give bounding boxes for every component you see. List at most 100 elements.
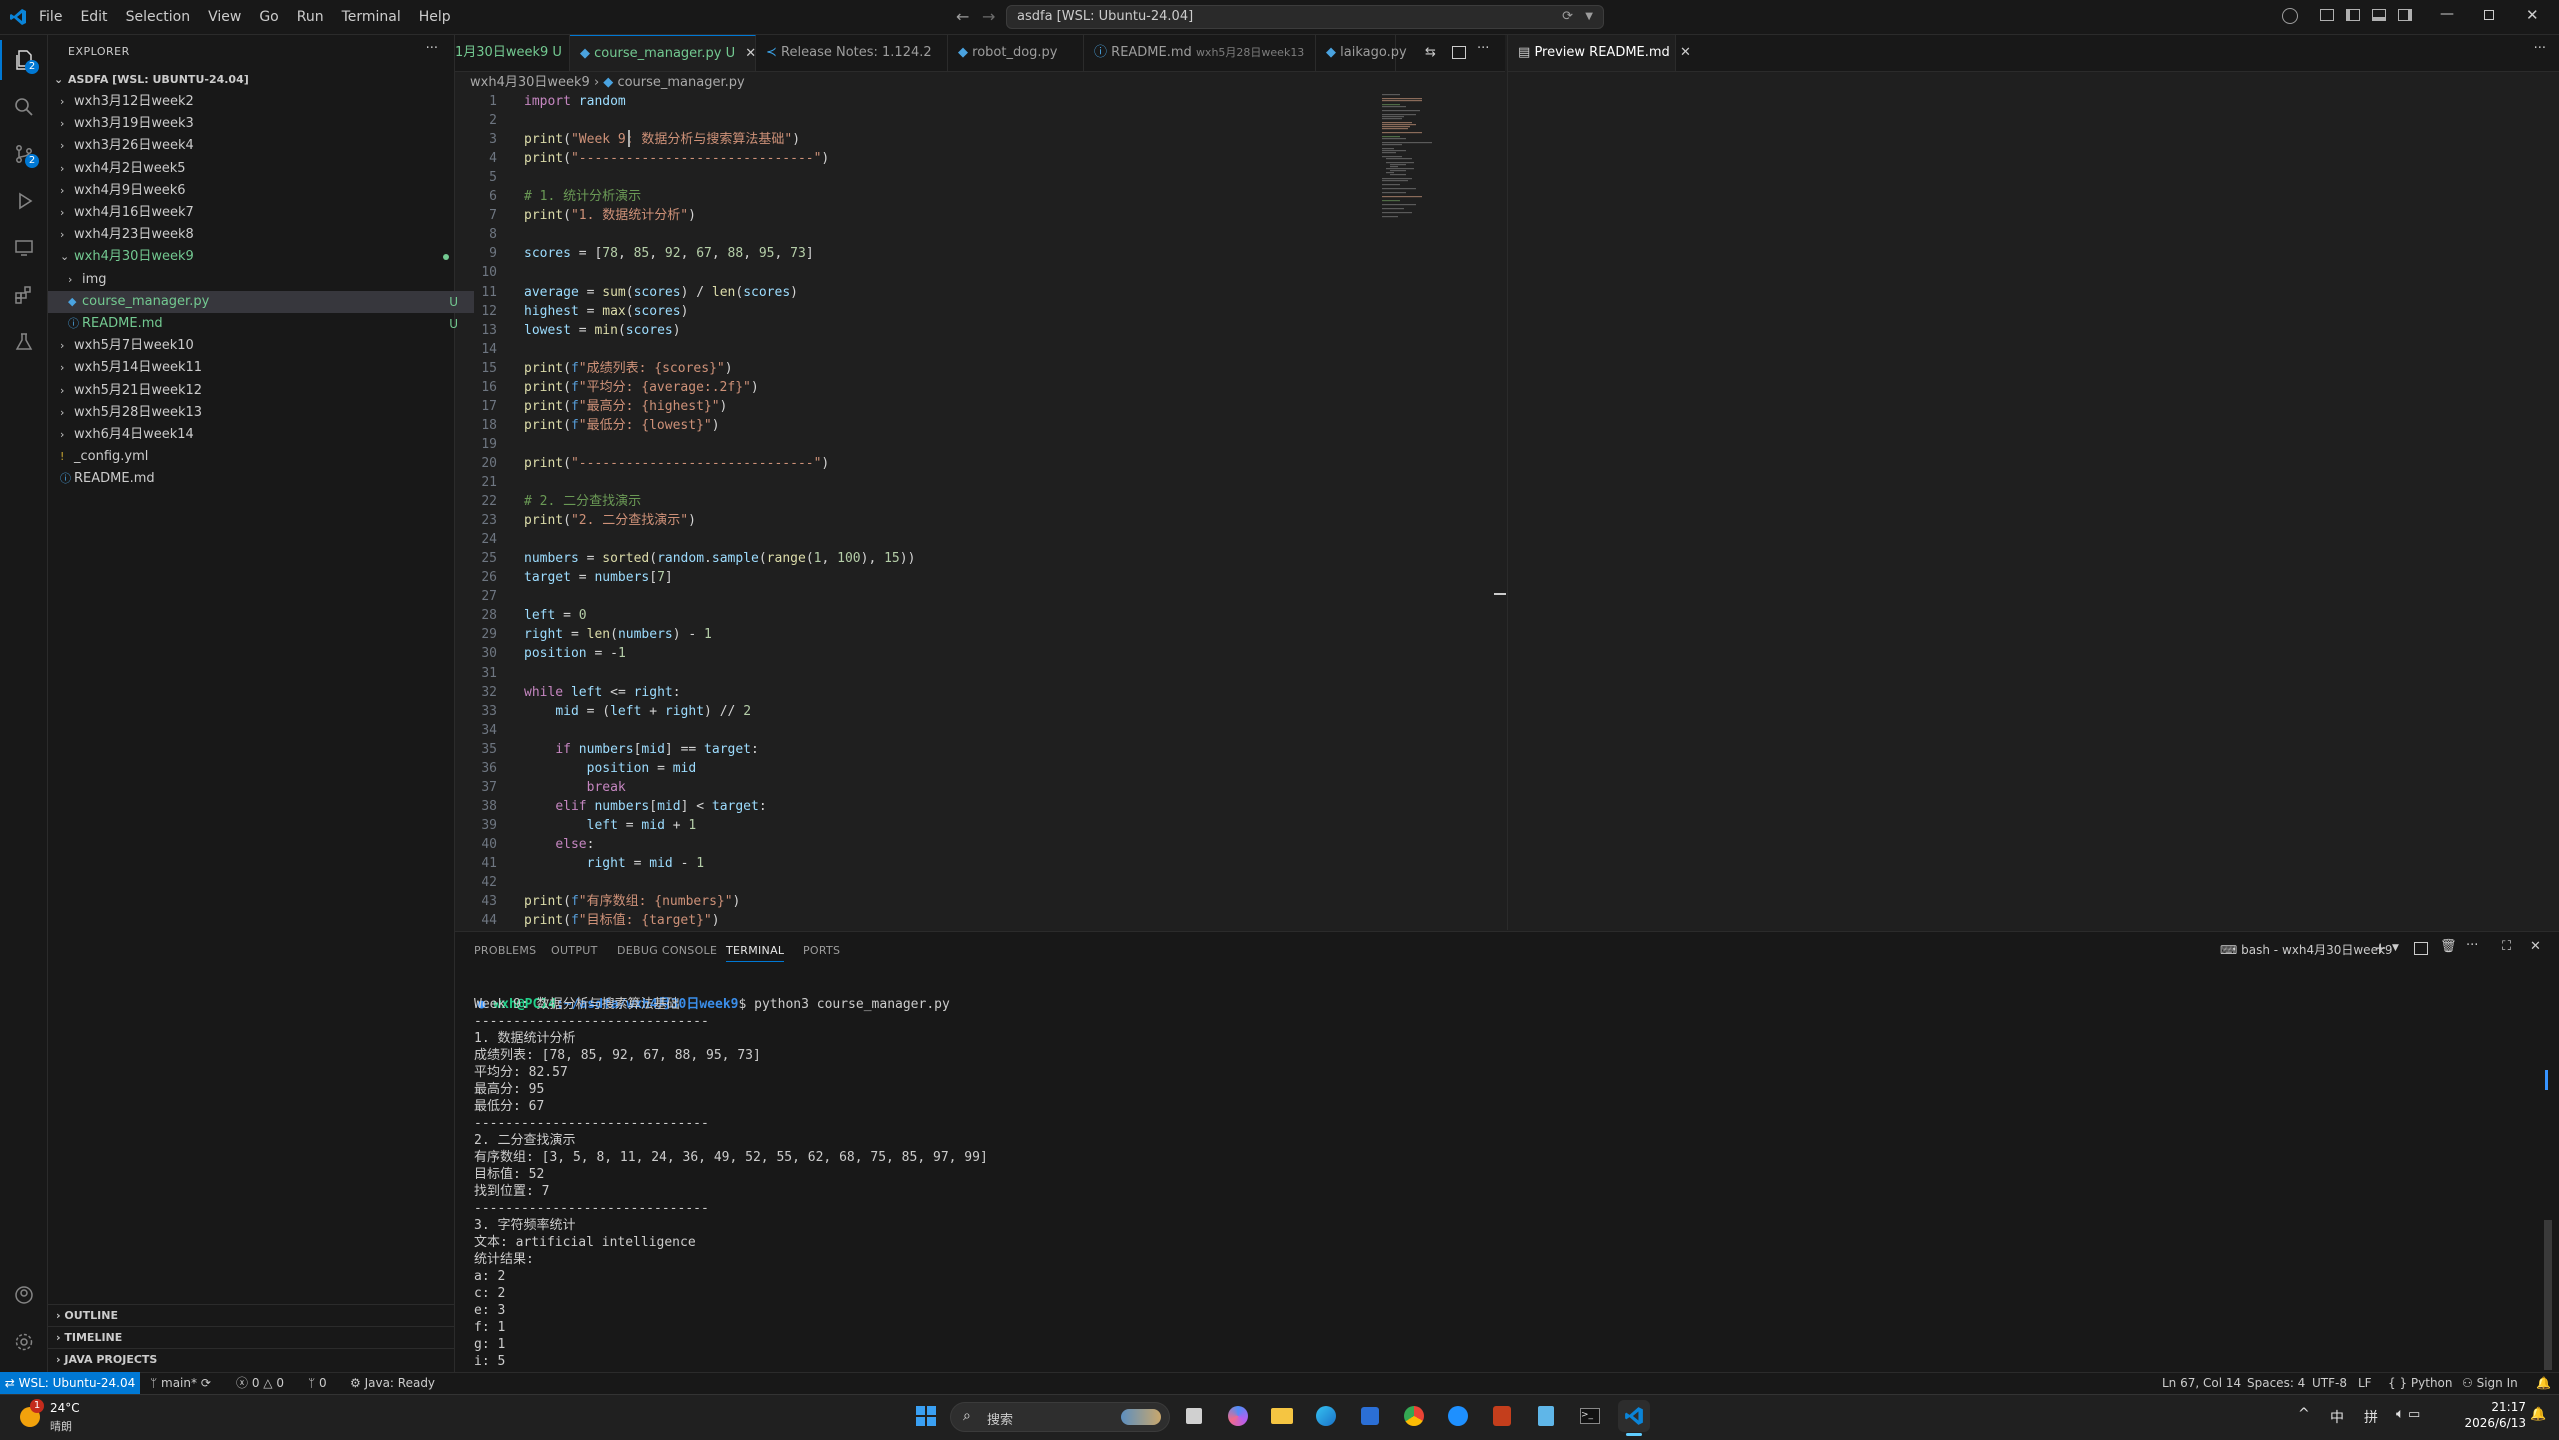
tree-item[interactable]: › wxh4月23日week8 [48,224,466,246]
nav-forward-icon[interactable]: → [982,7,995,26]
cursor-position[interactable]: Ln 67, Col 14 [2162,1372,2241,1394]
ime-mode[interactable]: 拼 [2364,1407,2378,1427]
close-panel-icon[interactable]: ✕ [2530,939,2541,954]
remote-indicator[interactable]: ⇄ WSL: Ubuntu-24.04 [0,1372,140,1394]
menu-terminal[interactable]: Terminal [333,9,410,25]
editor-more-icon[interactable]: ··· [1477,41,1489,56]
task-view-icon[interactable] [1178,1400,1210,1432]
run-debug-icon[interactable] [0,181,47,221]
outline-section[interactable]: › OUTLINE [48,1304,454,1327]
tree-item[interactable]: ⓘ README.md U [48,313,474,335]
tab-course-manager[interactable]: ◆ course_manager.py U ✕ [570,35,756,71]
account-icon[interactable] [0,1275,47,1315]
tab-robot-dog[interactable]: ◆ robot_dog.py [948,35,1084,71]
close-tab-icon[interactable]: ✕ [1680,45,1691,60]
copilot-icon[interactable]: ⟳ [1562,6,1573,28]
panel-more-icon[interactable]: ··· [2466,938,2478,953]
terminal-app-icon[interactable]: >_ [1574,1400,1606,1432]
tree-item[interactable]: ⓘ README.md [48,468,466,490]
layout-secondary-sidebar-icon[interactable] [2398,9,2412,21]
extensions-icon[interactable] [0,275,47,315]
bell-icon[interactable]: 🔔 [2536,1372,2551,1394]
menu-help[interactable]: Help [410,9,460,25]
search-icon[interactable] [0,87,47,127]
taskbar-search[interactable]: ⌕ 搜索 [950,1402,1170,1432]
tree-item[interactable]: › wxh5月14日week11 [48,357,466,379]
indentation[interactable]: Spaces: 4 [2247,1372,2305,1394]
tree-item[interactable]: › wxh6月4日week14 [48,424,466,446]
menu-file[interactable]: File [30,9,71,25]
vscode-app-icon[interactable] [1618,1400,1650,1432]
source-control-icon[interactable]: 2 [0,134,47,174]
panel-tab-output[interactable]: OUTPUT [551,944,598,957]
problems-indicator[interactable]: ⓧ 0 △ 0 [236,1372,284,1394]
store-icon[interactable] [1354,1400,1386,1432]
edge-browser-icon[interactable] [1310,1400,1342,1432]
timeline-section[interactable]: › TIMELINE [48,1326,454,1349]
maximize-panel-icon[interactable]: ⛶ [2502,939,2511,954]
nav-back-icon[interactable]: ← [956,7,969,26]
menu-edit[interactable]: Edit [71,9,116,25]
tab-readme[interactable]: ⓘ README.md wxh5月28日week13 [1084,35,1316,71]
panel-tab-terminal[interactable]: TERMINAL [726,944,785,962]
encoding[interactable]: UTF-8 [2312,1372,2347,1394]
java-projects-section[interactable]: › JAVA PROJECTS [48,1348,454,1371]
new-terminal-icon[interactable]: + [2374,939,2387,957]
ports-indicator[interactable]: ᛘ 0 [308,1372,327,1394]
tree-item[interactable]: › wxh5月7日week10 [48,335,466,357]
ime-language[interactable]: 中 [2330,1407,2344,1427]
tab-laikago[interactable]: ◆ laikago.py [1316,35,1407,71]
tree-item[interactable]: › wxh4月2日week5 [48,158,466,180]
tree-item[interactable]: › wxh3月26日week4 [48,135,466,157]
menu-selection[interactable]: Selection [117,9,200,25]
copilot-app-icon[interactable] [1222,1400,1254,1432]
breadcrumb-folder[interactable]: wxh4月30日week9 [470,75,590,90]
volume-icon[interactable]: 🔈︎ [2396,1406,2404,1422]
menu-go[interactable]: Go [250,9,287,25]
weather-widget[interactable]: 1 24°C 晴朗 [14,1399,94,1435]
tree-item[interactable]: ⌄ wxh4月30日week9 [48,246,466,268]
layout-sidebar-icon[interactable] [2346,9,2360,21]
remote-explorer-icon[interactable] [0,228,47,268]
windows-start-icon[interactable] [910,1400,942,1432]
chevron-down-icon[interactable]: ▼ [1585,6,1593,28]
markdown-preview[interactable] [1507,72,2559,930]
panel-tab-ports[interactable]: PORTS [803,944,840,957]
sign-in[interactable]: ⚇ Sign In [2462,1372,2518,1394]
tree-item[interactable]: › wxh4月9日week6 [48,180,466,202]
split-editor-icon[interactable] [1452,46,1466,59]
panel-tab-debug-console[interactable]: DEBUG CONSOLE [617,944,717,957]
tray-overflow-icon[interactable]: ^ [2298,1406,2310,1422]
tree-item[interactable]: ! _config.yml [48,446,466,468]
settings-gear-icon[interactable] [0,1322,47,1362]
trash-icon[interactable]: 🗑 [2440,939,2457,954]
powerpoint-icon[interactable] [1486,1400,1518,1432]
layout-panel-icon[interactable] [2372,9,2386,21]
feishu-icon[interactable] [1442,1400,1474,1432]
notification-bell-icon[interactable]: 🔔 [2530,1407,2546,1422]
minimize-icon[interactable]: — [2440,6,2454,22]
tree-item[interactable]: › wxh4月16日week7 [48,202,466,224]
network-icon[interactable]: ▭ [2408,1407,2420,1422]
eol[interactable]: LF [2358,1372,2372,1394]
tree-item[interactable]: › wxh3月12日week2 [48,91,466,113]
notepad-icon[interactable] [1530,1400,1562,1432]
chrome-icon[interactable] [1398,1400,1430,1432]
terminal-shell-selector[interactable]: ⌨ bash - wxh4月30日week9 [2220,941,2393,958]
branch-indicator[interactable]: ᛘ main* ⟳ [150,1372,211,1394]
preview-more-icon[interactable]: ··· [2534,41,2546,56]
workspace-root[interactable]: ⌄ ASDFA [WSL: UBUNTU-24.04] [48,69,460,91]
menu-run[interactable]: Run [288,9,333,25]
compare-icon[interactable]: ⇆ [1425,45,1436,60]
menu-view[interactable]: View [199,9,250,25]
tree-item[interactable]: › wxh5月28日week13 [48,402,466,424]
tree-item[interactable]: › wxh5月21日week12 [48,380,466,402]
tree-item[interactable]: › wxh3月19日week3 [48,113,466,135]
close-tab-icon[interactable]: ✕ [745,46,756,61]
accounts-icon[interactable] [2282,8,2298,24]
breadcrumb-file[interactable]: course_manager.py [617,75,744,90]
more-actions-icon[interactable]: ··· [426,41,438,56]
file-explorer-icon[interactable] [1266,1400,1298,1432]
command-center[interactable]: asdfa [WSL: Ubuntu-24.04] ⟳ ▼ [1006,5,1604,29]
restore-icon[interactable] [2484,10,2494,20]
